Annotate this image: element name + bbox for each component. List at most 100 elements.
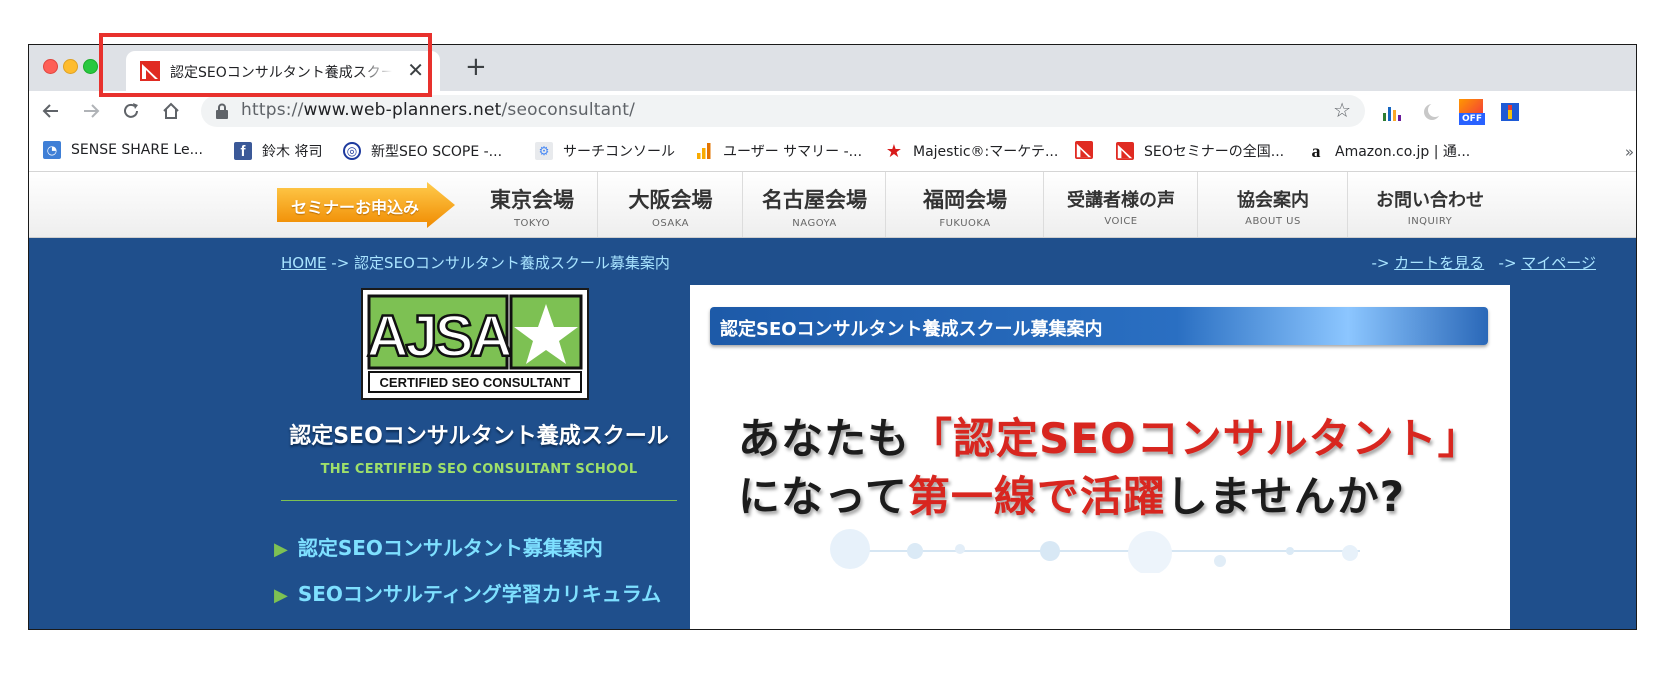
bookmarks-bar: ◔ SENSE SHARE Le... f 鈴木 将司 ◎ 新型SEO SCOP… bbox=[29, 131, 1636, 172]
bookmark-label: SEOセミナーの全国... bbox=[1144, 144, 1285, 160]
web-planners-icon bbox=[1075, 141, 1093, 159]
ajsa-logo: AJSA CERTIFIED SEO CONSULTANT bbox=[361, 288, 589, 400]
browser-toolbar: https://www.web-planners.net/seoconsulta… bbox=[29, 91, 1636, 131]
hero-highlight: 第一線で活躍 bbox=[907, 472, 1166, 521]
nav-sublabel: INQUIRY bbox=[1407, 216, 1453, 227]
bookmark-facebook[interactable]: f 鈴木 将司 bbox=[234, 141, 322, 161]
nav-about-us[interactable]: 協会案内 ABOUT US bbox=[1197, 172, 1348, 237]
web-planners-icon bbox=[1116, 142, 1134, 160]
site-nav: セミナーお申込み 東京会場 TOKYO 大阪会場 OSAKA 名古屋会場 NAG… bbox=[29, 172, 1636, 238]
school-subtitle: THE CERTIFIED SEO CONSULTANT SCHOOL bbox=[320, 462, 638, 477]
nav-sublabel: VOICE bbox=[1104, 216, 1138, 227]
sidebar-link-curriculum[interactable]: ▶ SEOコンサルティング学習カリキュラム bbox=[274, 578, 661, 607]
svg-text:AJSA: AJSA bbox=[367, 304, 512, 369]
bookmark-sense-share[interactable]: ◔ SENSE SHARE Le... bbox=[43, 141, 203, 159]
bar-chart-extension-icon[interactable] bbox=[1381, 101, 1403, 123]
panel-header: 認定SEOコンサルタント養成スクール募集案内 bbox=[710, 307, 1488, 345]
decorative-bubbles bbox=[830, 529, 1360, 573]
lock-icon bbox=[216, 103, 228, 119]
nav-label: 東京会場 bbox=[490, 188, 574, 212]
browser-window: 認定SEOコンサルタント養成スクール募集案内 ✕ + https://www.w… bbox=[28, 44, 1637, 630]
nav-sublabel: ABOUT US bbox=[1245, 216, 1301, 227]
breadcrumb: HOME -> 認定SEOコンサルタント養成スクール募集案内 bbox=[281, 252, 670, 273]
nav-inquiry[interactable]: お問い合わせ INQUIRY bbox=[1347, 172, 1512, 237]
bookmark-label: 新型SEO SCOPE -... bbox=[371, 144, 503, 160]
bookmark-seo-scope[interactable]: ◎ 新型SEO SCOPE -... bbox=[343, 141, 502, 161]
view-cart-link[interactable]: カートを見る bbox=[1394, 254, 1484, 272]
nav-fukuoka[interactable]: 福岡会場 FUKUOKA bbox=[885, 172, 1044, 237]
nav-sublabel: TOKYO bbox=[513, 218, 551, 229]
link-prefix: -> bbox=[1371, 254, 1395, 272]
main-panel: 認定SEOコンサルタント養成スクール募集案内 あなたも「認定SEOコンサルタント… bbox=[690, 285, 1510, 629]
bookmark-label: Majestic®:マーケテ... bbox=[913, 144, 1059, 160]
highlight-box bbox=[99, 33, 432, 97]
sidebar-link-label: 認定SEOコンサルタント募集案内 bbox=[297, 536, 603, 560]
amazon-icon: a bbox=[1311, 140, 1321, 161]
bookmark-star-icon[interactable]: ☆ bbox=[1333, 98, 1351, 122]
mypage-link[interactable]: マイページ bbox=[1521, 254, 1596, 272]
search-console-icon: ⚙ bbox=[535, 142, 553, 160]
forward-icon[interactable] bbox=[77, 97, 105, 125]
moon-extension-icon[interactable] bbox=[1421, 101, 1443, 123]
divider bbox=[281, 500, 677, 501]
sidebar-link-recruitment[interactable]: ▶ 認定SEOコンサルタント募集案内 bbox=[274, 532, 603, 561]
nav-sublabel: OSAKA bbox=[652, 218, 689, 229]
address-bar[interactable]: https://www.web-planners.net/seoconsulta… bbox=[201, 95, 1365, 127]
bookmark-majestic[interactable]: ★ Majestic®:マーケテ... bbox=[885, 140, 1059, 162]
nav-osaka[interactable]: 大阪会場 OSAKA bbox=[597, 172, 743, 237]
breadcrumb-current: 認定SEOコンサルタント養成スクール募集案内 bbox=[354, 254, 670, 272]
off-extension-icon[interactable]: OFF bbox=[1459, 99, 1485, 125]
triangle-right-icon: ▶ bbox=[274, 585, 288, 606]
nav-label: 受講者様の声 bbox=[1067, 190, 1175, 211]
top-links: -> カートを見る -> マイページ bbox=[1371, 252, 1596, 273]
bookmark-search-console[interactable]: ⚙ サーチコンソール bbox=[535, 141, 675, 161]
breadcrumb-home-link[interactable]: HOME bbox=[281, 254, 327, 272]
hero-text: あなたも bbox=[738, 414, 911, 463]
nav-nagoya[interactable]: 名古屋会場 NAGOYA bbox=[742, 172, 886, 237]
facebook-icon: f bbox=[234, 142, 252, 160]
minimize-window-button[interactable] bbox=[63, 59, 78, 74]
nav-label: 協会案内 bbox=[1237, 190, 1309, 211]
more-bookmarks-icon[interactable]: » bbox=[1625, 143, 1634, 161]
sidebar-link-label: SEOコンサルティング学習カリキュラム bbox=[297, 582, 662, 606]
school-title: 認定SEOコンサルタント養成スクール bbox=[289, 424, 669, 449]
flag-extension-icon[interactable] bbox=[1499, 101, 1521, 123]
breadcrumb-separator: -> bbox=[326, 254, 355, 272]
scope-icon: ◎ bbox=[343, 142, 361, 160]
bookmark-web-planners[interactable] bbox=[1075, 141, 1103, 159]
hero-highlight: 「認定SEOコンサルタント」 bbox=[910, 414, 1481, 463]
panel-heading: 認定SEOコンサルタント養成スクール募集案内 bbox=[720, 319, 1103, 340]
nav-sublabel: FUKUOKA bbox=[939, 218, 991, 229]
nav-label: 名古屋会場 bbox=[762, 188, 867, 212]
zoom-window-button[interactable] bbox=[83, 59, 98, 74]
nav-voice[interactable]: 受講者様の声 VOICE bbox=[1043, 172, 1198, 237]
bookmark-label: Amazon.co.jp | 通... bbox=[1335, 144, 1471, 160]
link-prefix: -> bbox=[1498, 254, 1522, 272]
reload-icon[interactable] bbox=[117, 97, 145, 125]
nav-label: 福岡会場 bbox=[923, 188, 1007, 212]
seminar-apply-label: セミナーお申込み bbox=[291, 198, 420, 217]
analytics-icon bbox=[697, 143, 711, 159]
triangle-right-icon: ▶ bbox=[274, 539, 288, 560]
page-content: HOME -> 認定SEOコンサルタント養成スクール募集案内 -> カートを見る… bbox=[29, 238, 1636, 629]
home-icon[interactable] bbox=[157, 97, 185, 125]
seminar-apply-button[interactable]: セミナーお申込み bbox=[277, 182, 457, 228]
nav-label: 大阪会場 bbox=[628, 188, 713, 212]
hero-line-1: あなたも「認定SEOコンサルタント」 bbox=[738, 405, 1481, 466]
hero-text: になって bbox=[738, 472, 908, 521]
back-icon[interactable] bbox=[37, 97, 65, 125]
nav-sublabel: NAGOYA bbox=[792, 218, 837, 229]
bookmark-analytics[interactable]: ユーザー サマリー -... bbox=[695, 141, 862, 161]
new-tab-button[interactable]: + bbox=[465, 52, 487, 82]
bookmark-label: 鈴木 将司 bbox=[262, 144, 323, 160]
nav-tokyo[interactable]: 東京会場 TOKYO bbox=[467, 172, 597, 237]
nav-label: お問い合わせ bbox=[1376, 190, 1484, 211]
hero-text: しませんか? bbox=[1165, 472, 1406, 521]
url-text: https://www.web-planners.net/seoconsulta… bbox=[241, 100, 636, 120]
bookmark-label: サーチコンソール bbox=[563, 144, 675, 160]
bookmark-seo-seminar[interactable]: SEOセミナーの全国... bbox=[1116, 141, 1284, 161]
bookmark-amazon[interactable]: a Amazon.co.jp | 通... bbox=[1307, 140, 1471, 161]
rss-icon: ◔ bbox=[43, 141, 61, 159]
close-window-button[interactable] bbox=[43, 59, 58, 74]
majestic-star-icon: ★ bbox=[885, 140, 903, 162]
